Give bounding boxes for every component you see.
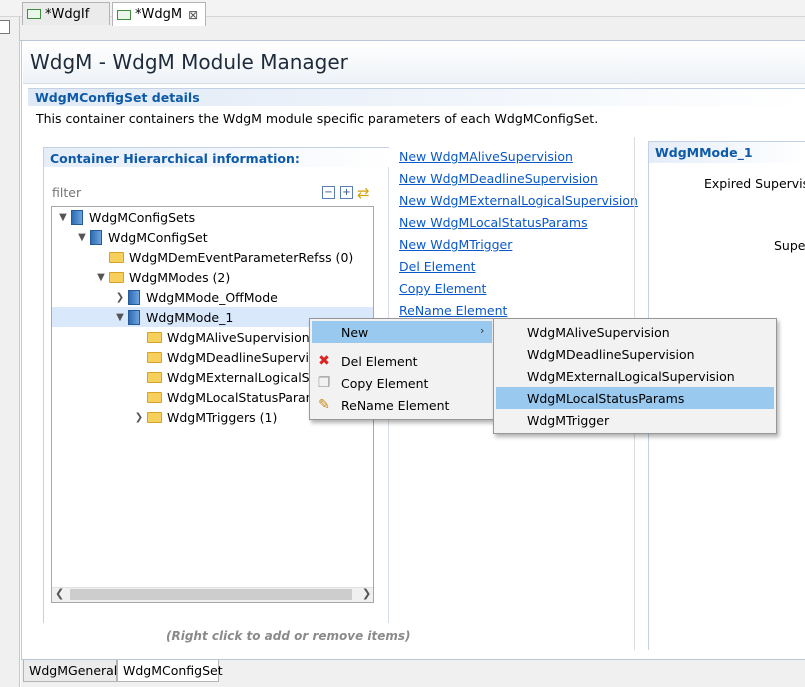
- doc-icon: [128, 309, 140, 325]
- menu-item-rename-element[interactable]: ✎ ReName Element: [312, 394, 492, 416]
- tree-item[interactable]: WdgMAliveSupervisions: [133, 327, 316, 347]
- menu-item-label: New: [341, 324, 369, 340]
- submenu-item-local-status-params[interactable]: WdgMLocalStatusParams: [496, 387, 774, 409]
- section-title: WdgMConfigSet details: [35, 90, 200, 105]
- copy-icon: ❐: [317, 375, 331, 391]
- scroll-right-icon[interactable]: ❯: [362, 587, 371, 600]
- tree-item-label: WdgMAliveSupervisions: [167, 329, 317, 345]
- file-icon: [27, 9, 41, 19]
- menu-item-label: WdgMExternalLogicalSupervision: [527, 368, 735, 384]
- page-title: WdgM - WdgM Module Manager: [30, 50, 348, 74]
- tab-label: *WdgIf: [45, 6, 90, 22]
- tab-wdgif[interactable]: *WdgIf: [22, 2, 110, 25]
- hierarchy-title: Container Hierarchical information:: [50, 151, 300, 166]
- submenu-item-alive-supervision[interactable]: WdgMAliveSupervision: [496, 321, 774, 343]
- tree-item[interactable]: ❯ WdgMTriggers (1): [133, 407, 278, 427]
- expand-all-icon[interactable]: +: [340, 186, 353, 199]
- scroll-left-icon[interactable]: ❮: [55, 587, 64, 600]
- tree-item-label: WdgMMode_1: [146, 309, 234, 325]
- expand-arrow-icon[interactable]: ▼: [76, 232, 88, 243]
- folder-icon: [147, 411, 162, 423]
- folder-icon: [147, 391, 162, 403]
- tree-item-label: WdgMConfigSet: [108, 229, 208, 245]
- sync-icon[interactable]: ⇄: [357, 184, 370, 202]
- submenu-item-trigger[interactable]: WdgMTrigger: [496, 409, 774, 431]
- close-icon[interactable]: ⊠: [188, 8, 198, 22]
- expand-arrow-icon[interactable]: ❯: [133, 412, 145, 423]
- doc-icon: [71, 209, 83, 225]
- menu-item-label: Del Element: [341, 353, 418, 369]
- expand-arrow-icon[interactable]: ▼: [95, 272, 107, 283]
- tree-item[interactable]: WdgMExternalLogicalSu: [133, 367, 318, 387]
- tab-wdgm-configset[interactable]: WdgMConfigSet: [117, 660, 223, 682]
- tree-item[interactable]: WdgMLocalStatusParam: [133, 387, 318, 407]
- menu-item-label: WdgMDeadlineSupervision: [527, 346, 695, 362]
- delete-icon: ✖: [318, 353, 330, 369]
- submenu-arrow-icon: ›: [480, 324, 485, 337]
- submenu-item-deadline-supervision[interactable]: WdgMDeadlineSupervision: [496, 343, 774, 365]
- tree-item-label: WdgMLocalStatusParam: [167, 389, 318, 405]
- new-external-logical-supervision-link[interactable]: New WdgMExternalLogicalSupervision: [399, 193, 638, 208]
- menu-item-label: Copy Element: [341, 375, 429, 391]
- del-element-link[interactable]: Del Element: [399, 259, 476, 274]
- tree-item-label: WdgMModes (2): [129, 269, 231, 285]
- tree-item[interactable]: ▼ WdgMConfigSets: [57, 207, 195, 227]
- menu-item-label: WdgMLocalStatusParams: [527, 390, 685, 406]
- supervision-label: Super: [774, 238, 805, 253]
- tree-item-label: WdgMMode_OffMode: [146, 289, 278, 305]
- left-side-panel: [0, 17, 20, 687]
- tree-item-label: WdgMTriggers (1): [167, 409, 278, 425]
- panel-restore-icon[interactable]: [0, 20, 10, 34]
- pencil-icon: ✎: [318, 397, 330, 413]
- tree-item[interactable]: ▼ WdgMModes (2): [95, 267, 230, 287]
- expired-supervision-label: Expired Supervisi: [704, 176, 805, 191]
- tab-label: WdgMConfigSet: [123, 663, 223, 678]
- doc-icon: [90, 229, 102, 245]
- folder-icon: [147, 331, 162, 343]
- tab-label: WdgMGeneral: [29, 663, 118, 678]
- tree-item[interactable]: WdgMDeadlineSupervis: [133, 347, 316, 367]
- context-menu: New ✖ Del Element ❐ Copy Element ✎ ReNam…: [309, 318, 495, 420]
- tree-item[interactable]: ▼ WdgMConfigSet: [76, 227, 208, 247]
- section-description: This container containers the WdgM modul…: [36, 111, 599, 126]
- expand-arrow-icon[interactable]: ❯: [114, 292, 126, 303]
- file-icon: [117, 9, 131, 20]
- submenu-item-external-logical-supervision[interactable]: WdgMExternalLogicalSupervision: [496, 365, 774, 387]
- menu-item-del-element[interactable]: ✖ Del Element: [312, 350, 492, 372]
- submenu: WdgMAliveSupervision WdgMDeadlineSupervi…: [493, 318, 777, 434]
- tree-item-label: WdgMDemEventParameterRefss (0): [129, 249, 354, 265]
- folder-icon: [147, 351, 162, 363]
- new-trigger-link[interactable]: New WdgMTrigger: [399, 237, 512, 252]
- tree-item-label: WdgMConfigSets: [89, 209, 196, 225]
- expand-arrow-icon[interactable]: ▼: [114, 312, 126, 323]
- menu-item-label: WdgMAliveSupervision: [527, 324, 670, 340]
- new-local-status-params-link[interactable]: New WdgMLocalStatusParams: [399, 215, 588, 230]
- doc-icon: [128, 289, 140, 305]
- menu-item-copy-element[interactable]: ❐ Copy Element: [312, 372, 492, 394]
- tree-item-label: WdgMExternalLogicalSu: [167, 369, 318, 385]
- tree-item[interactable]: ❯ WdgMMode_OffMode: [114, 287, 278, 307]
- tab-wdgm-general[interactable]: WdgMGeneral: [23, 660, 117, 682]
- menu-item-label: ReName Element: [341, 397, 450, 413]
- tree-item-label: WdgMDeadlineSupervis: [167, 349, 316, 365]
- new-alive-supervision-link[interactable]: New WdgMAliveSupervision: [399, 149, 573, 164]
- menu-item-new[interactable]: New: [312, 321, 492, 343]
- scrollbar-thumb[interactable]: [70, 589, 352, 600]
- new-deadline-supervision-link[interactable]: New WdgMDeadlineSupervision: [399, 171, 598, 186]
- tab-wdgm[interactable]: *WdgM ⊠: [112, 2, 206, 26]
- details-title: WdgMMode_1: [655, 145, 753, 160]
- copy-element-link[interactable]: Copy Element: [399, 281, 486, 296]
- tab-label: *WdgM: [135, 7, 183, 22]
- expand-arrow-icon[interactable]: ▼: [57, 212, 69, 223]
- folder-icon: [109, 251, 124, 263]
- menu-item-label: WdgMTrigger: [527, 412, 610, 428]
- hint-text: (Right click to add or remove items): [166, 629, 411, 643]
- folder-icon: [109, 271, 124, 283]
- rename-element-link[interactable]: ReName Element: [399, 303, 507, 318]
- filter-input[interactable]: [52, 183, 242, 201]
- tree-item[interactable]: WdgMDemEventParameterRefss (0): [95, 247, 353, 267]
- folder-icon: [147, 371, 162, 383]
- collapse-all-icon[interactable]: −: [322, 186, 335, 199]
